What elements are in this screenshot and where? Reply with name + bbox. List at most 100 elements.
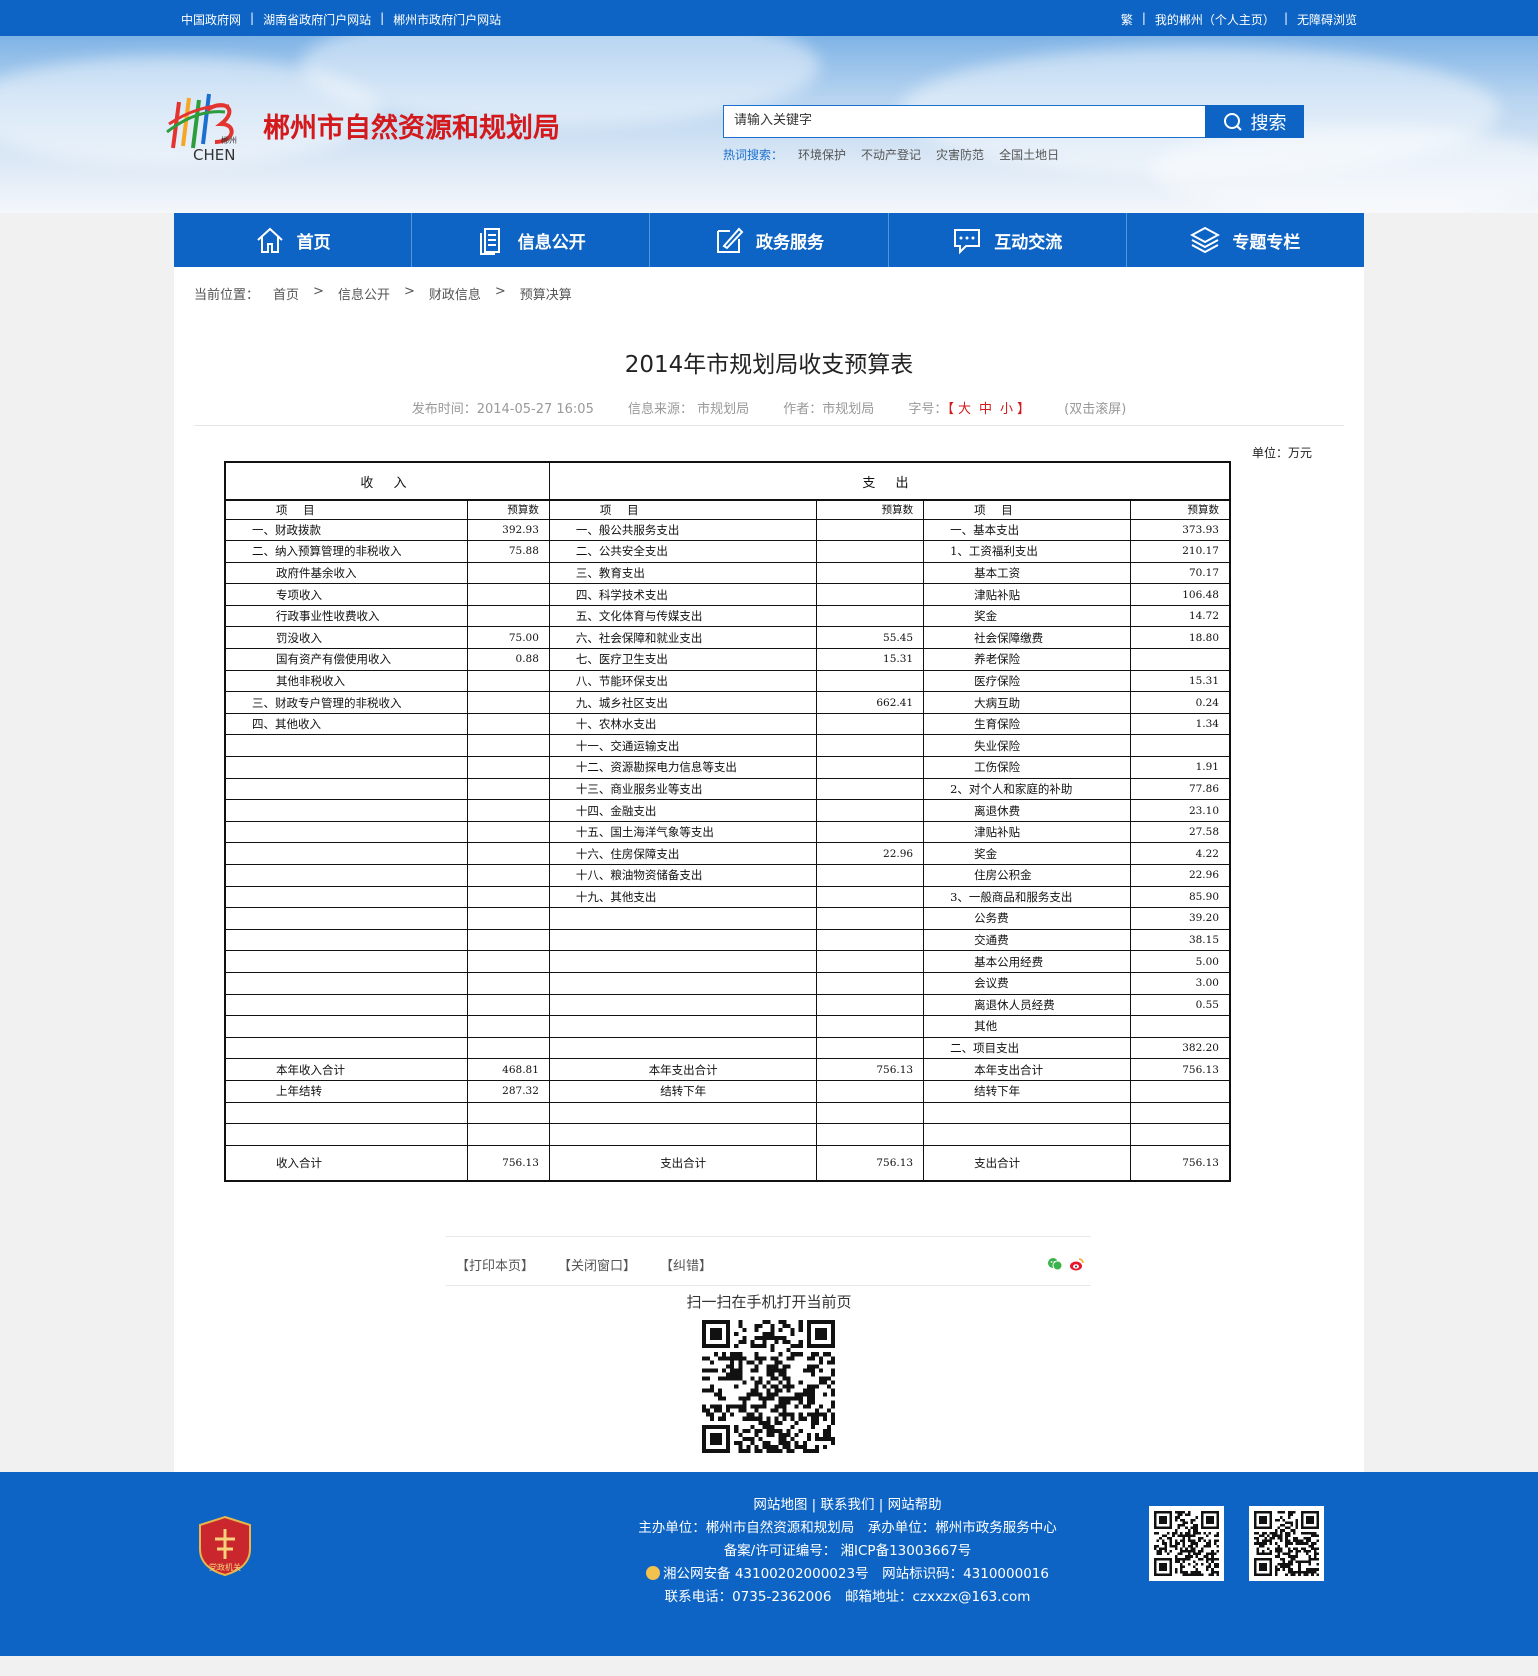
font-large-button[interactable]: 大 (958, 402, 971, 417)
table-cell (224, 864, 469, 887)
table-cell (816, 885, 925, 909)
table-cell: 1.91 (1129, 756, 1231, 779)
search-icon (1223, 112, 1242, 131)
table-cell: 支出合计 (923, 1144, 1131, 1182)
divider (194, 425, 1344, 426)
nav-label: 首页 (296, 232, 331, 253)
table-cell (816, 540, 925, 563)
search-button[interactable]: 搜索 (1205, 105, 1304, 138)
link-hunan[interactable]: 湖南省政府门户网站 (263, 11, 371, 28)
site-logo[interactable]: 郴州 CHEN (165, 90, 255, 164)
font-medium-button[interactable]: 中 (979, 402, 992, 417)
main-content: 当前位置： 首页 > 信息公开 > 财政信息 > 预算决算 2014年市规划局收… (174, 267, 1364, 1472)
breadcrumb-budget[interactable]: 预算决算 (520, 284, 572, 303)
table-cell: 五、文化体育与传媒支出 (548, 604, 818, 628)
traditional-chinese-link[interactable]: 繁 (1121, 11, 1133, 28)
print-button[interactable]: 【打印本页】 (456, 1255, 534, 1274)
breadcrumb-finance[interactable]: 财政信息 (429, 284, 481, 303)
table-cell (816, 928, 925, 952)
font-size-control: 字号：【大中小】 (908, 402, 1031, 417)
table-cell: 5.00 (1129, 950, 1231, 973)
table-cell: 三、教育支出 (548, 561, 818, 585)
double-click-scroll[interactable]: (双击滚屏) (1064, 402, 1126, 417)
table-cell (548, 1123, 818, 1146)
footer-links[interactable]: 网站地图 | 联系我们 | 网站帮助 (630, 1494, 1065, 1517)
table-row: 其他非税收入 八、节能环保支出 医疗保险 15.31 (224, 669, 1231, 693)
table-cell (816, 1015, 925, 1038)
nav-home[interactable]: 首页 (174, 213, 413, 267)
table-cell: 本年支出合计 (548, 1058, 818, 1081)
table-cell: 津贴补贴 (923, 820, 1131, 844)
nav-services[interactable]: 政务服务 (650, 213, 889, 267)
hot-word[interactable]: 不动产登记 (861, 146, 921, 163)
footer-qr-code-wechat (1149, 1506, 1224, 1581)
close-window-button[interactable]: 【关闭窗口】 (558, 1255, 636, 1274)
table-cell (224, 971, 469, 995)
table-cell: 756.13 (1129, 1058, 1231, 1081)
table-cell: 十九、其他支出 (548, 885, 818, 909)
table-row: 十六、住房保障支出 22.96 奖金 4.22 (224, 842, 1231, 865)
accessibility-link[interactable]: 无障碍浏览 (1297, 11, 1357, 28)
table-cell (816, 669, 925, 693)
table-cell: 一、基本支出 (923, 518, 1131, 542)
table-row: 十一、交通运输支出 失业保险 (224, 734, 1231, 758)
divider (446, 1236, 1091, 1237)
party-government-emblem[interactable]: 党政机关 (197, 1515, 253, 1577)
table-cell: 四、科学技术支出 (548, 583, 818, 606)
table-cell: 工伤保险 (923, 756, 1131, 779)
breadcrumb-label: 当前位置： (194, 288, 260, 303)
footer-contact: 联系电话：0735-2362006 邮箱地址：czxxzx@163.com (664, 1589, 1031, 1605)
table-cell: 15.31 (816, 648, 925, 671)
footer-icp[interactable]: 备案/许可证编号： 湘ICP备13003667号 (630, 1540, 1065, 1563)
table-cell: 离退休人员经费 (923, 993, 1131, 1017)
nav-interaction[interactable]: 互动交流 (889, 213, 1127, 267)
search-input[interactable] (734, 113, 1164, 128)
table-cell (224, 842, 469, 865)
table-row: 行政事业性收费收入 五、文化体育与传媒支出 奖金 14.72 (224, 604, 1231, 628)
table-cell: 罚没收入 (224, 626, 469, 650)
table-cell: 行政事业性收费收入 (224, 604, 469, 628)
table-cell (548, 971, 818, 995)
col-header: 项 目 (548, 499, 818, 520)
table-cell: 85.90 (1129, 885, 1231, 909)
table-cell: 210.17 (1129, 540, 1231, 563)
table-cell (224, 1015, 469, 1038)
table-cell (467, 1036, 550, 1060)
wechat-icon[interactable] (1047, 1256, 1063, 1272)
hot-word[interactable]: 灾害防范 (936, 146, 984, 163)
table-cell (467, 777, 550, 801)
table-cell: 六、社会保障和就业支出 (548, 626, 818, 650)
table-cell (467, 712, 550, 736)
my-chenzhou-link[interactable]: 我的郴州（个人主页） (1155, 11, 1275, 28)
table-cell: 1、工资福利支出 (923, 540, 1131, 563)
table-cell (224, 993, 469, 1017)
report-error-button[interactable]: 【纠错】 (660, 1255, 712, 1274)
nav-topics[interactable]: 专题专栏 (1127, 213, 1364, 267)
hot-word[interactable]: 环境保护 (798, 146, 846, 163)
table-row: 十三、商业服务业等支出 2、对个人和家庭的补助 77.86 (224, 777, 1231, 801)
search-button-label: 搜索 (1250, 112, 1287, 134)
table-cell: 382.20 (1129, 1036, 1231, 1060)
font-small-button[interactable]: 小 (1000, 402, 1013, 417)
breadcrumb-info-public[interactable]: 信息公开 (338, 284, 390, 303)
table-cell: 政府件基余收入 (224, 561, 469, 585)
table-cell (467, 561, 550, 585)
main-nav: 首页 信息公开 政务服务 互动交流 专题专栏 (174, 213, 1364, 267)
table-cell: 奖金 (923, 842, 1131, 865)
table-cell (467, 691, 550, 714)
table-cell (548, 1036, 818, 1060)
table-cell (548, 928, 818, 952)
link-chenzhou[interactable]: 郴州市政府门户网站 (393, 11, 501, 28)
table-cell: 本年收入合计 (224, 1058, 469, 1081)
nav-info-public[interactable]: 信息公开 (412, 213, 651, 267)
hot-word[interactable]: 全国土地日 (999, 146, 1059, 163)
table-cell (467, 842, 550, 865)
link-gov-cn[interactable]: 中国政府网 (181, 11, 241, 28)
table-cell (548, 1101, 818, 1125)
divider (446, 1285, 1091, 1286)
table-cell: 1.34 (1129, 712, 1231, 736)
table-cell (224, 820, 469, 844)
breadcrumb-home[interactable]: 首页 (273, 284, 299, 303)
weibo-icon[interactable] (1069, 1256, 1085, 1272)
table-cell: 70.17 (1129, 561, 1231, 585)
